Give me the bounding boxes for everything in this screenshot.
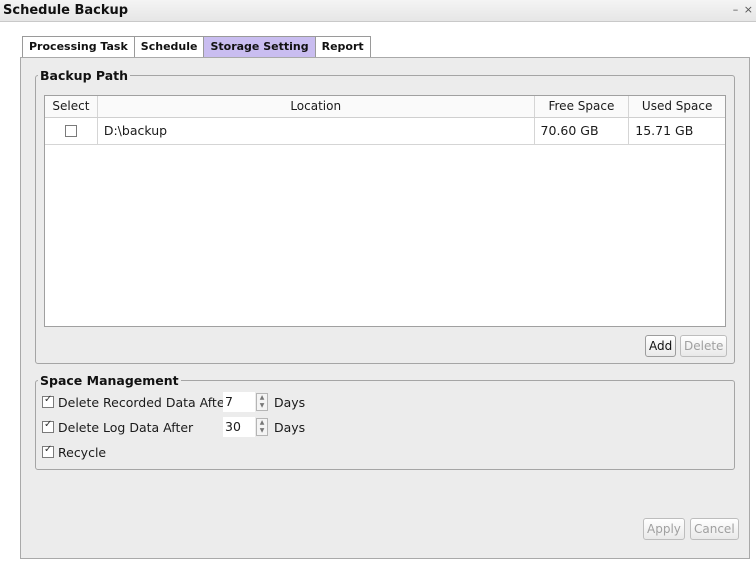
table-row[interactable]: D:\backup 70.60 GB 15.71 GB <box>45 118 725 145</box>
delete-log-days-input[interactable]: 30 <box>223 417 255 437</box>
delete-recorded-checkbox[interactable] <box>42 394 54 408</box>
delete-recorded-spinner[interactable]: 7 ▲ ▼ Days <box>223 392 305 412</box>
delete-recorded-unit: Days <box>274 394 306 410</box>
tab-processing-task[interactable]: Processing Task <box>22 36 135 57</box>
apply-button[interactable]: Apply <box>643 518 685 540</box>
row-select-cell <box>45 118 98 144</box>
tab-storage-setting[interactable]: Storage Setting <box>203 36 316 58</box>
column-header-select[interactable]: Select <box>45 96 98 117</box>
storage-setting-panel: Backup Path Select Location Free Space U… <box>20 57 750 559</box>
window-title: Schedule Backup <box>3 3 129 18</box>
delete-recorded-row: Delete Recorded Data After <box>42 392 230 412</box>
used-space-cell: 15.71 GB <box>635 123 694 138</box>
table-header: Select Location Free Space Used Space <box>45 96 725 118</box>
recycle-row: Recycle <box>42 442 106 462</box>
delete-log-spinner[interactable]: 30 ▲ ▼ Days <box>223 417 305 437</box>
column-header-used-space[interactable]: Used Space <box>629 96 725 117</box>
space-management-group: Space Management Delete Recorded Data Af… <box>35 373 735 470</box>
title-bar: Schedule Backup – × <box>0 0 756 22</box>
backup-path-group: Backup Path Select Location Free Space U… <box>35 68 735 364</box>
delete-log-checkbox[interactable] <box>42 419 54 433</box>
delete-button[interactable]: Delete <box>680 335 728 357</box>
spinner-arrows-icon[interactable]: ▲ ▼ <box>256 418 268 436</box>
row-select-checkbox[interactable] <box>64 125 77 137</box>
recycle-label: Recycle <box>58 444 107 460</box>
delete-recorded-label: Delete Recorded Data After <box>58 394 230 410</box>
delete-log-row: Delete Log Data After <box>42 417 193 437</box>
backup-path-table: Select Location Free Space Used Space D:… <box>44 95 726 327</box>
backup-path-legend: Backup Path <box>40 68 129 83</box>
column-header-location[interactable]: Location <box>98 96 535 117</box>
location-cell: D:\backup <box>98 118 535 144</box>
recycle-checkbox[interactable] <box>42 444 54 458</box>
column-header-free-space[interactable]: Free Space <box>535 96 630 117</box>
tab-bar: Processing Task Schedule Storage Setting… <box>22 36 371 58</box>
delete-log-unit: Days <box>274 419 306 435</box>
delete-recorded-days-input[interactable]: 7 <box>223 392 255 412</box>
add-button[interactable]: Add <box>645 335 677 357</box>
window-controls[interactable]: – × <box>733 3 754 16</box>
cancel-button[interactable]: Cancel <box>690 518 739 540</box>
space-management-legend: Space Management <box>40 373 179 388</box>
free-space-cell: 70.60 GB <box>535 118 630 144</box>
spinner-arrows-icon[interactable]: ▲ ▼ <box>256 393 268 411</box>
tab-schedule[interactable]: Schedule <box>133 36 205 57</box>
delete-log-label: Delete Log Data After <box>58 419 194 435</box>
tab-report[interactable]: Report <box>314 36 371 57</box>
